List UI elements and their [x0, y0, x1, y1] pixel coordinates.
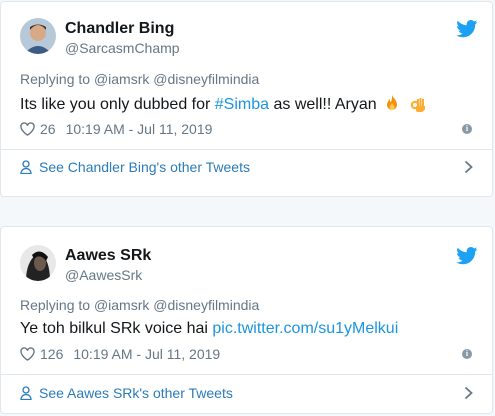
tweet-meta: 126 10:19 AM - Jul 11, 2019: [20, 346, 220, 362]
author-handle[interactable]: @AawesSrk: [65, 267, 142, 283]
info-icon[interactable]: i: [462, 124, 472, 134]
heart-icon[interactable]: [20, 122, 35, 136]
media-link[interactable]: pic.twitter.com/su1yMelkui: [212, 320, 398, 337]
replying-label: Replying to: [20, 297, 91, 313]
other-tweets-link[interactable]: See Aawes SRk's other Tweets: [20, 381, 473, 405]
author-name[interactable]: Aawes SRk: [65, 247, 151, 265]
ok-hand-emoji-icon: [410, 98, 425, 112]
chevron-right-icon[interactable]: [464, 386, 473, 400]
tweet-text-part: Its like you only dubbed for: [20, 96, 215, 113]
divider: [1, 374, 492, 375]
tweet-meta: 26 10:19 AM - Jul 11, 2019: [20, 121, 212, 137]
like-count[interactable]: 26: [40, 121, 56, 137]
heart-icon[interactable]: [20, 347, 35, 361]
replying-label: Replying to: [20, 71, 91, 87]
mention-link[interactable]: @iamsrk: [94, 71, 149, 87]
hashtag-link[interactable]: #Simba: [215, 96, 269, 113]
tweet-text: Its like you only dubbed for #Simba as w…: [20, 94, 426, 114]
replying-to: Replying to @iamsrk @disneyfilmindia: [20, 297, 259, 313]
author-name[interactable]: Chandler Bing: [65, 20, 174, 38]
other-tweets-link[interactable]: See Chandler Bing's other Tweets: [20, 155, 473, 179]
twitter-bird-icon[interactable]: [456, 20, 478, 38]
avatar[interactable]: [20, 18, 56, 54]
mention-link[interactable]: @disneyfilmindia: [153, 297, 259, 313]
timestamp[interactable]: 10:19 AM - Jul 11, 2019: [66, 121, 213, 137]
mention-link[interactable]: @disneyfilmindia: [153, 71, 259, 87]
tweet-text: Ye toh bilkul SRk voice hai pic.twitter.…: [20, 320, 398, 338]
author-handle[interactable]: @SarcasmChamp: [65, 40, 180, 56]
person-icon: [20, 160, 32, 174]
fire-emoji-icon: [387, 95, 398, 110]
twitter-bird-icon[interactable]: [456, 247, 478, 265]
tweet-header: Chandler Bing @SarcasmChamp: [20, 16, 480, 62]
replying-to: Replying to @iamsrk @disneyfilmindia: [20, 71, 259, 87]
other-tweets-label[interactable]: See Aawes SRk's other Tweets: [39, 385, 233, 401]
tweet-text-part: as well!! Aryan: [269, 96, 377, 113]
tweet-text-part: Ye toh bilkul SRk voice hai: [20, 320, 213, 337]
timestamp[interactable]: 10:19 AM - Jul 11, 2019: [73, 346, 220, 362]
chevron-right-icon[interactable]: [464, 160, 473, 174]
divider: [1, 149, 492, 150]
person-icon: [20, 386, 32, 400]
mention-link[interactable]: @iamsrk: [94, 297, 149, 313]
like-count[interactable]: 126: [40, 346, 63, 362]
tweet-card: Aawes SRk @AawesSrk Replying to @iamsrk …: [0, 226, 493, 414]
info-icon[interactable]: i: [462, 349, 472, 359]
other-tweets-label[interactable]: See Chandler Bing's other Tweets: [39, 159, 250, 175]
avatar[interactable]: [20, 245, 56, 281]
tweet-header: Aawes SRk @AawesSrk: [20, 243, 480, 289]
tweet-card: Chandler Bing @SarcasmChamp Replying to …: [0, 1, 493, 197]
